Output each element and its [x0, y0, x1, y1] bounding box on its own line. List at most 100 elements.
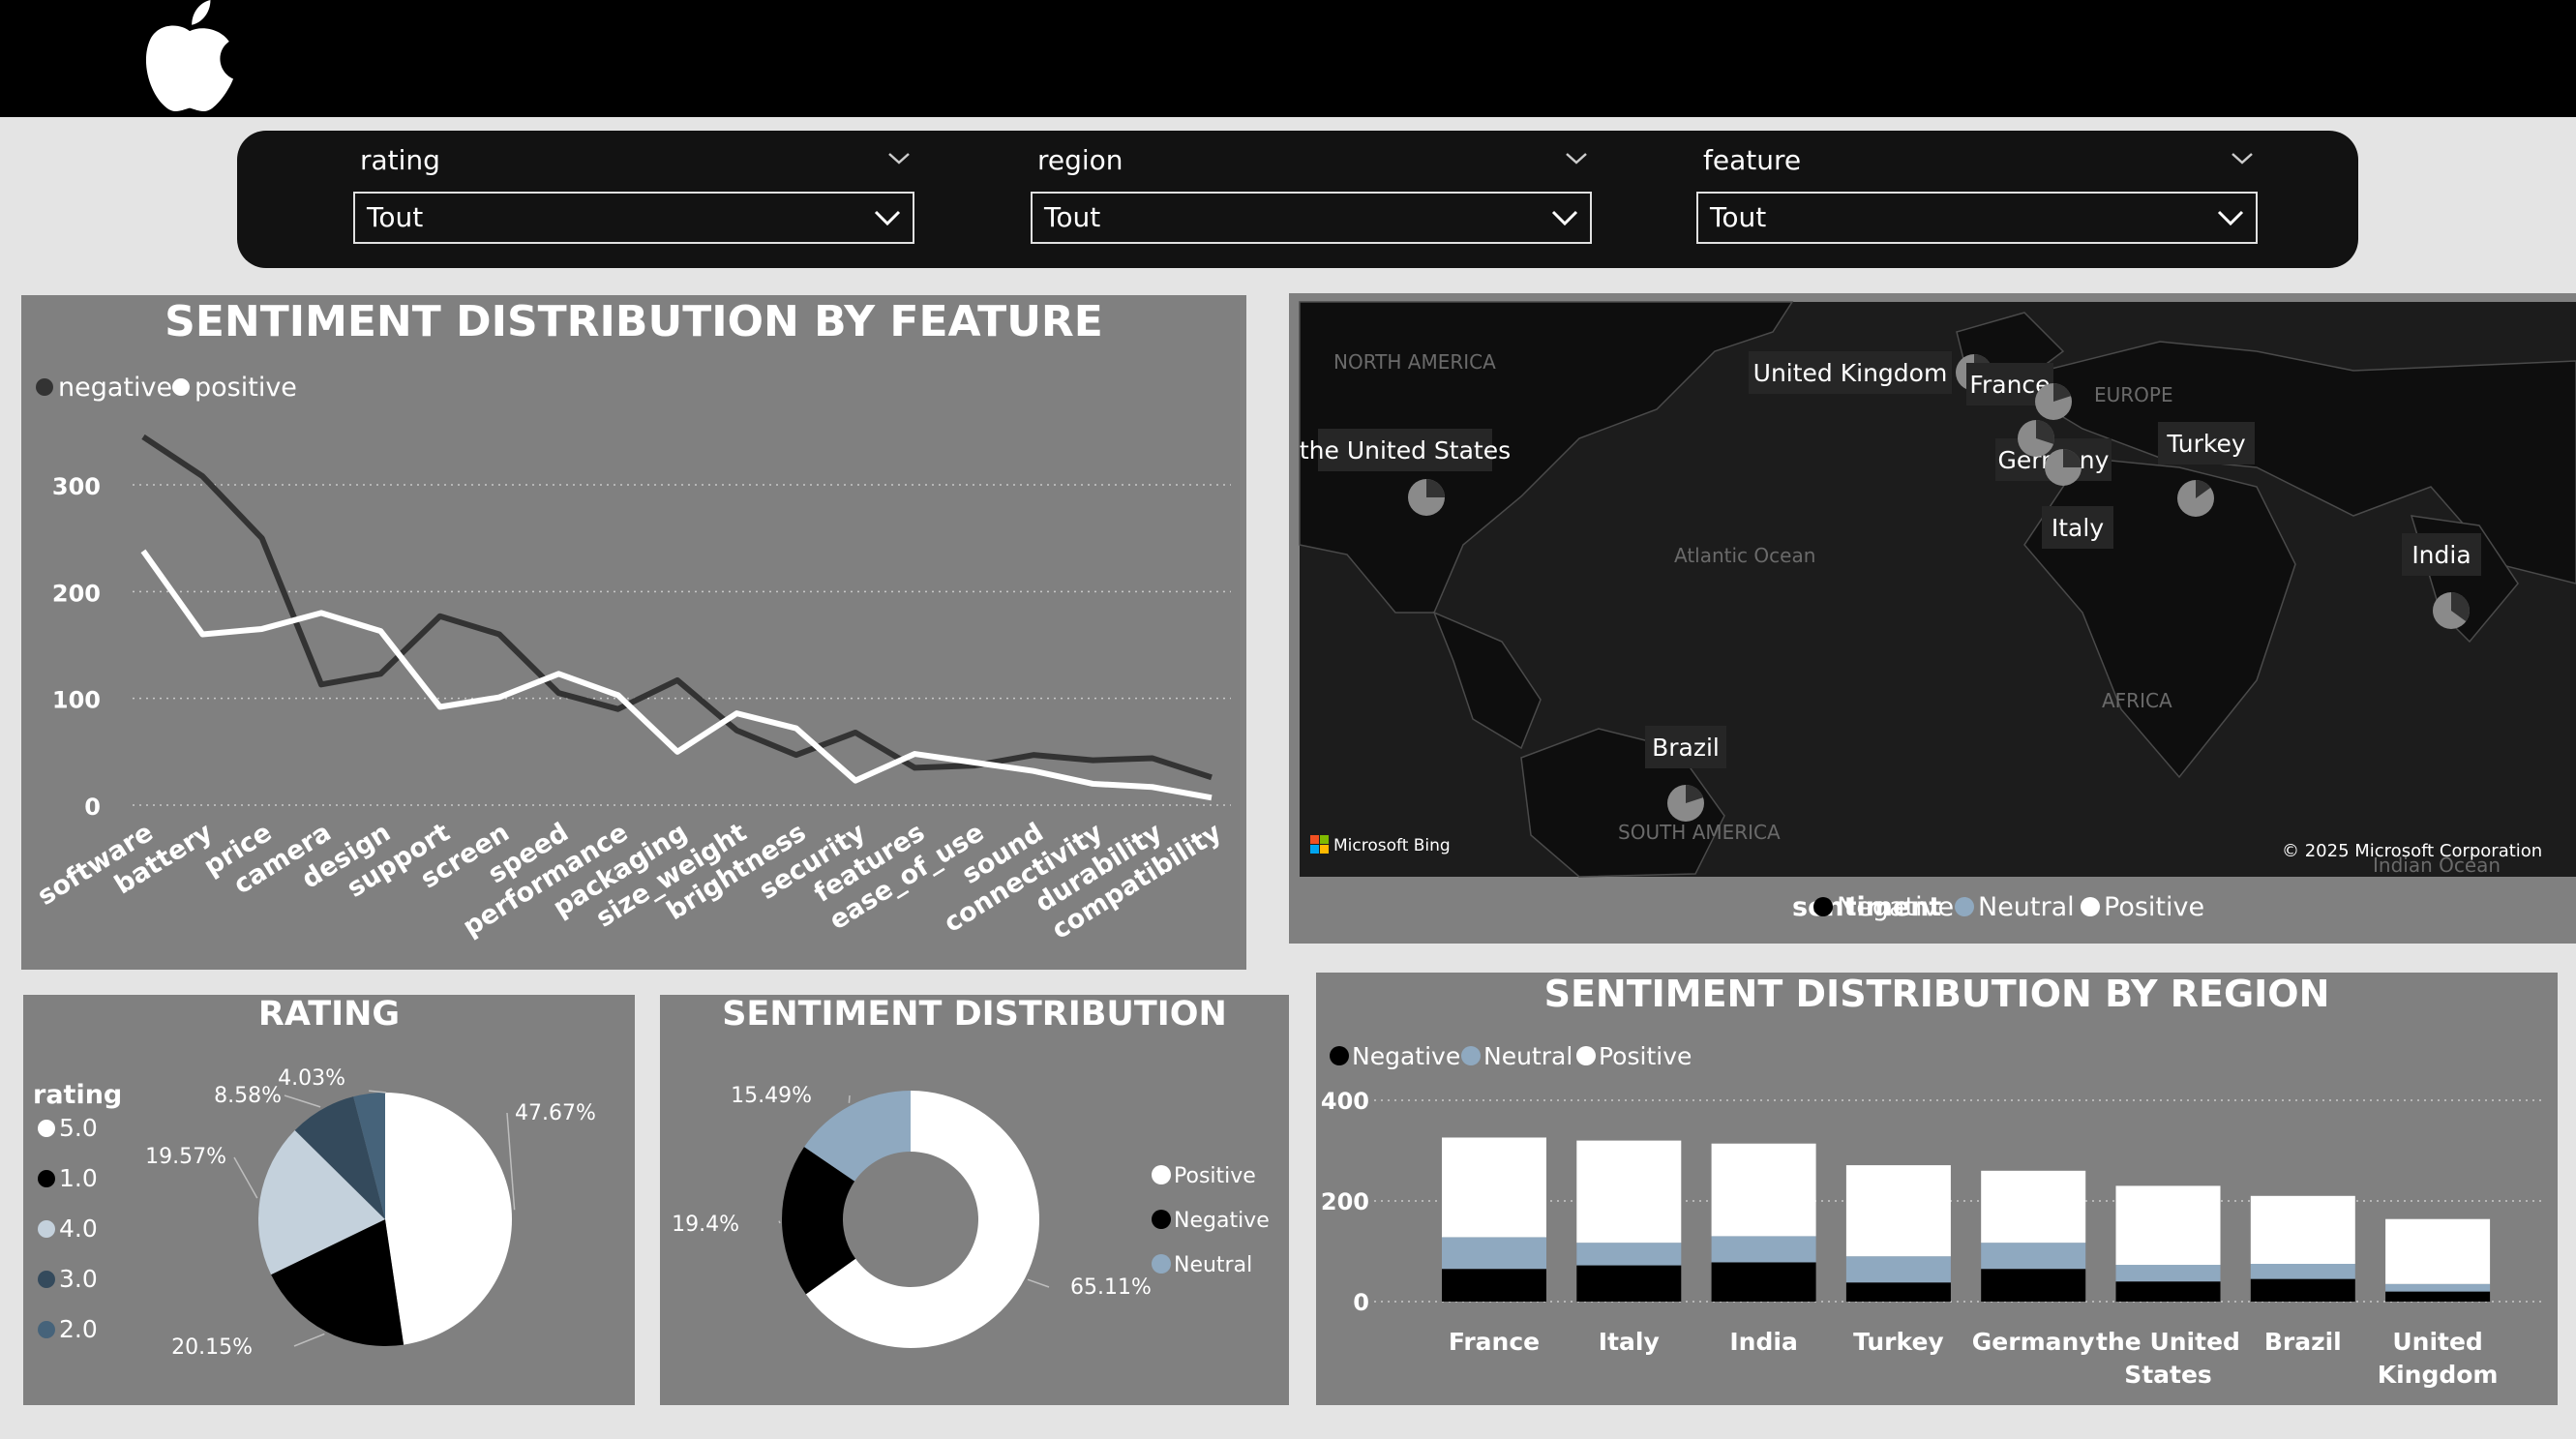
map-legend-positive: Positive	[2104, 892, 2204, 922]
region-slicer-title: region	[1037, 144, 1123, 176]
y-tick-label: 0	[1353, 1289, 1369, 1316]
region-bar-chart: Negative Neutral Positive 0 200 400 France Ita…	[1321, 1042, 2545, 1389]
x-tick-label: Turkey	[1853, 1328, 1944, 1356]
sentiment-legend-neutral: Neutral	[1174, 1253, 1252, 1277]
sentiment-legend: Positive Negative Neutral	[1152, 1164, 1270, 1277]
region-legend: Negative Neutral Positive	[1330, 1042, 1692, 1070]
region-slicer-dropdown[interactable]: Tout	[1031, 192, 1592, 244]
rating-pie-data-label: 47.67%	[515, 1101, 596, 1125]
map-country-label-turkey: Turkey	[2166, 430, 2246, 458]
x-tick-label: United	[2392, 1328, 2482, 1356]
sentiment-legend-marker	[1152, 1210, 1171, 1229]
y-tick-label: 300	[52, 473, 101, 500]
bing-label: Microsoft Bing	[1333, 836, 1451, 855]
map-country-label-italy: Italy	[2052, 514, 2104, 542]
top-bar	[0, 0, 2576, 117]
feature-slicer-title: feature	[1703, 144, 1802, 176]
bar-positive-france	[1442, 1137, 1546, 1238]
bar-positive-germany	[1981, 1170, 2086, 1244]
map-label-north-america: NORTH AMERICA	[1333, 350, 1496, 374]
leader-line	[778, 1220, 781, 1224]
bar-neutral-italy	[1576, 1243, 1682, 1266]
bar-neutral-india	[1711, 1236, 1816, 1263]
map-country-label-brazil: Brazil	[1652, 734, 1720, 762]
rating-panel: RATING rating 5.0 1.0 4.0 3.0 2.0 47.67% 20.1…	[23, 995, 635, 1405]
rating-pie-data-label: 8.58%	[214, 1084, 282, 1108]
bar-negative-united-kingdom	[2385, 1291, 2491, 1302]
sentiment-donut-data-label: 15.49%	[731, 1084, 812, 1108]
feature-sentiment-panel: SENTIMENT DISTRIBUTION BY FEATURE negati…	[21, 295, 1246, 970]
leader-line	[284, 1094, 321, 1108]
bar-negative-the-united-states	[2115, 1281, 2221, 1302]
bar-negative-turkey	[1845, 1282, 1951, 1302]
bar-neutral-germany	[1981, 1243, 2086, 1270]
filter-bar: rating Tout region Tout feature Tout	[237, 131, 2358, 268]
bar-positive-italy	[1576, 1140, 1682, 1244]
chevron-down-icon[interactable]	[2231, 152, 2254, 165]
rating-legend-3-0: 3.0	[59, 1265, 98, 1293]
legend-marker-negative	[36, 378, 53, 396]
leader-line	[293, 1333, 325, 1347]
legend-label-positive: positive	[195, 373, 297, 403]
chevron-down-icon[interactable]	[887, 152, 911, 165]
bar-neutral-france	[1442, 1237, 1546, 1270]
rating-slicer-title: rating	[360, 144, 440, 176]
bar-neutral-brazil	[2250, 1264, 2355, 1279]
bar-neutral-the-united-states	[2115, 1265, 2221, 1282]
sentiment-donut-data-label: 65.11%	[1070, 1275, 1152, 1300]
rating-legend-marker	[38, 1321, 55, 1338]
map-legend-marker-neutral	[1955, 897, 1974, 916]
feature-line-chart: negative positive 0100200300softwarebatt…	[33, 373, 1231, 945]
leader-line	[848, 1094, 851, 1103]
rating-legend-1-0: 1.0	[59, 1164, 98, 1192]
region-legend-marker-negative	[1330, 1046, 1349, 1065]
rating-pie-chart: rating 5.0 1.0 4.0 3.0 2.0 47.67% 20.15% 19.57…	[33, 1066, 596, 1360]
sentiment-donut-data-label: 19.4%	[672, 1213, 739, 1237]
map-country-label-the-united-states: the United States	[1300, 436, 1511, 465]
legend-marker-positive	[172, 378, 190, 396]
bar-negative-india	[1711, 1262, 1816, 1302]
region-legend-neutral: Neutral	[1483, 1042, 1573, 1070]
chevron-down-icon	[1551, 210, 1578, 226]
region-slicer-value: Tout	[1044, 201, 1101, 233]
region-legend-marker-positive	[1576, 1046, 1596, 1065]
bar-negative-france	[1442, 1269, 1546, 1302]
map-label-africa: AFRICA	[2102, 689, 2172, 712]
x-tick-label: Italy	[1599, 1328, 1660, 1356]
rating-legend-marker	[38, 1220, 55, 1238]
rating-slicer-dropdown[interactable]: Tout	[353, 192, 914, 244]
chevron-down-icon[interactable]	[1565, 152, 1588, 165]
y-tick-label: 100	[52, 687, 101, 714]
map-label-europe: EUROPE	[2094, 383, 2173, 406]
leader-line	[233, 1156, 258, 1199]
rating-pie-data-label: 19.57%	[145, 1145, 226, 1169]
rating-legend-marker	[38, 1170, 55, 1187]
series-line-positive	[140, 549, 1213, 801]
y-tick-label: 200	[52, 580, 101, 607]
legend-label-negative: negative	[58, 373, 172, 403]
x-tick-label: Germany	[1972, 1328, 2095, 1356]
map-country-label-united-kingdom: United Kingdom	[1753, 359, 1948, 387]
rating-slicer-value: Tout	[367, 201, 424, 233]
rating-legend-4-0: 4.0	[59, 1214, 98, 1243]
map-label-atlantic: Atlantic Ocean	[1674, 544, 1815, 567]
bar-positive-india	[1711, 1143, 1816, 1237]
feature-slicer-value: Tout	[1710, 201, 1767, 233]
rating-legend-2-0: 2.0	[59, 1315, 98, 1343]
x-tick-label: Kingdom	[2378, 1361, 2499, 1389]
map-legend-marker-negative	[1813, 897, 1833, 916]
rating-legend-5-0: 5.0	[59, 1114, 98, 1142]
y-tick-label: 400	[1321, 1088, 1369, 1115]
bar-negative-brazil	[2250, 1278, 2355, 1302]
rating-pie-data-label: 4.03%	[278, 1066, 345, 1091]
feature-slicer-dropdown[interactable]: Tout	[1696, 192, 2258, 244]
x-tick-label: the United	[2096, 1328, 2240, 1356]
sentiment-map[interactable]: NORTH AMERICA Atlantic Ocean EUROPE AFRI…	[1289, 293, 2576, 944]
y-tick-label: 0	[84, 794, 101, 821]
bar-negative-italy	[1576, 1265, 1682, 1302]
leader-line	[368, 1090, 387, 1094]
sentiment-panel: SENTIMENT DISTRIBUTION Positive Negative N…	[660, 995, 1289, 1405]
chevron-down-icon	[874, 210, 901, 226]
bar-positive-turkey	[1845, 1165, 1951, 1257]
map-copyright: © 2025 Microsoft Corporation	[2282, 841, 2542, 861]
